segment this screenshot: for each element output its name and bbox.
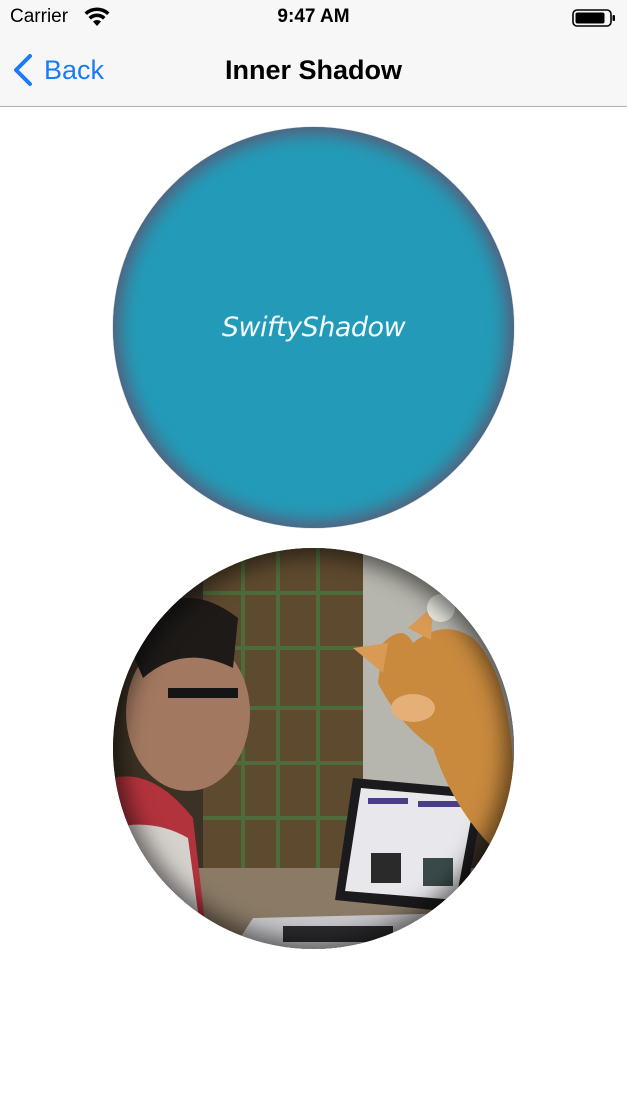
swifty-shadow-label: SwiftyShadow [221, 312, 406, 343]
clock: 9:47 AM [277, 6, 350, 27]
screen: Carrier 9:47 AM Back Inner Shadow Swifty… [0, 0, 627, 1116]
status-bar: Carrier 9:47 AM [0, 0, 627, 36]
inner-shadow-photo-view [113, 548, 514, 949]
battery-icon [572, 9, 615, 27]
inner-shadow-circle-view: SwiftyShadow [113, 127, 514, 528]
page-title: Inner Shadow [224, 55, 403, 85]
navigation-bar: Back Inner Shadow [0, 36, 627, 107]
inner-shadow-overlay [113, 548, 514, 949]
